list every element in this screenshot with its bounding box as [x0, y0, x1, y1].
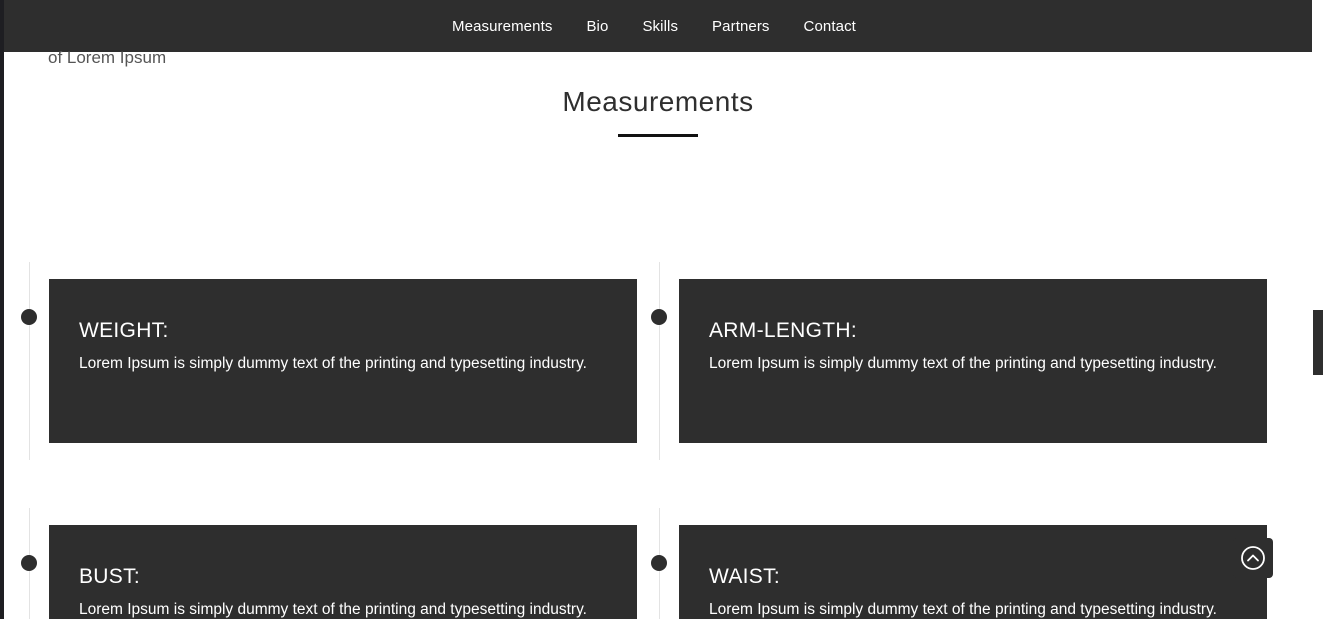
card-title: BUST:	[79, 565, 141, 588]
scroll-to-top-button[interactable]	[1233, 538, 1273, 578]
timeline-dot-icon	[21, 555, 37, 571]
card-title: ARM-LENGTH:	[709, 319, 857, 342]
timeline-line	[29, 262, 30, 460]
measurement-card-waist: WAIST: Lorem Ipsum is simply dummy text …	[679, 525, 1267, 619]
card-text: Lorem Ipsum is simply dummy text of the …	[709, 355, 1217, 372]
timeline-dot-icon	[651, 309, 667, 325]
nav-item-partners[interactable]: Partners	[695, 18, 787, 35]
top-navbar: Measurements Bio Skills Partners Contact	[4, 0, 1312, 52]
measurement-card-arm-length: ARM-LENGTH: Lorem Ipsum is simply dummy …	[679, 279, 1267, 443]
title-underline	[618, 134, 698, 137]
timeline-dot-icon	[21, 309, 37, 325]
card-text: Lorem Ipsum is simply dummy text of the …	[709, 601, 1217, 618]
nav-item-skills[interactable]: Skills	[625, 18, 695, 35]
measurement-card-bust: BUST: Lorem Ipsum is simply dummy text o…	[49, 525, 637, 619]
hero-text-fragment: of Lorem Ipsum	[48, 48, 167, 67]
card-title: WEIGHT:	[79, 319, 169, 342]
timeline-dot-icon	[651, 555, 667, 571]
chevron-up-circle-icon	[1241, 546, 1265, 570]
nav-item-measurements[interactable]: Measurements	[435, 18, 569, 35]
card-text: Lorem Ipsum is simply dummy text of the …	[79, 355, 587, 372]
nav-menu: Measurements Bio Skills Partners Contact	[435, 18, 873, 35]
measurement-card-weight: WEIGHT: Lorem Ipsum is simply dummy text…	[49, 279, 637, 443]
side-panel-tab[interactable]	[1313, 310, 1323, 375]
timeline-line	[659, 262, 660, 460]
nav-item-bio[interactable]: Bio	[569, 18, 625, 35]
section-title: Measurements	[562, 86, 754, 117]
nav-item-contact[interactable]: Contact	[787, 18, 873, 35]
card-title: WAIST:	[709, 565, 781, 588]
card-text: Lorem Ipsum is simply dummy text of the …	[79, 601, 587, 618]
